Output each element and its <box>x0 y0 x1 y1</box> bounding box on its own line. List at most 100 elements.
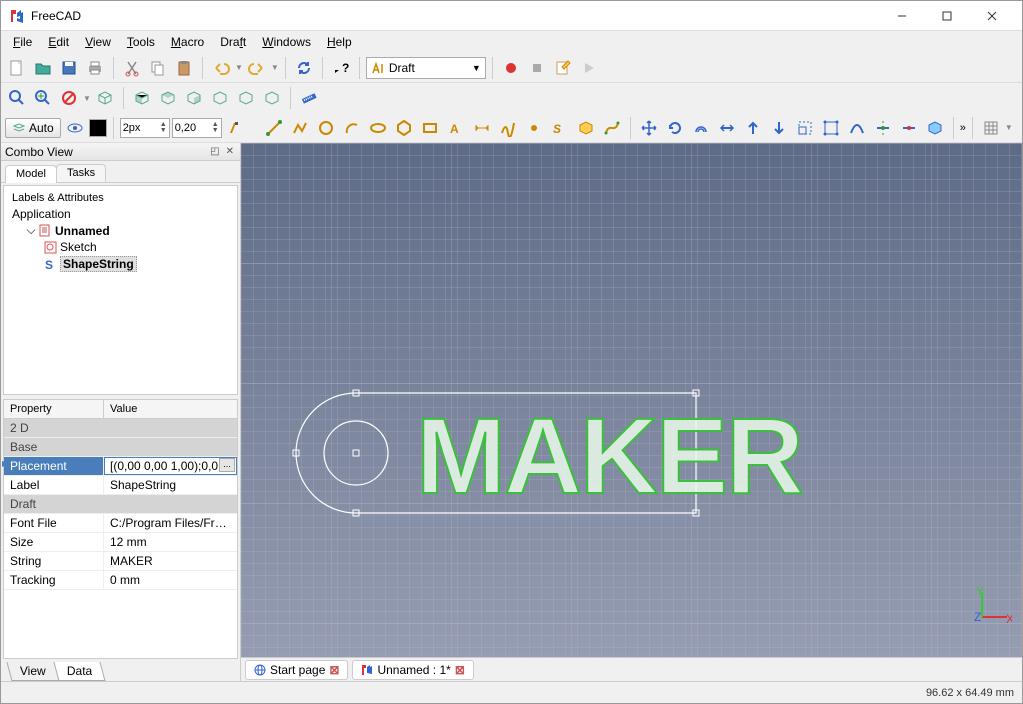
zoom-fit-button[interactable] <box>5 86 29 110</box>
view-rear-button[interactable] <box>208 86 232 110</box>
line-width-input[interactable]: ▲▼ <box>120 118 170 138</box>
draft-polygon-button[interactable] <box>392 116 416 140</box>
view-front-button[interactable] <box>130 86 154 110</box>
tab-view[interactable]: View <box>6 662 59 681</box>
apply-style-button[interactable] <box>224 116 248 140</box>
redo-dropdown[interactable]: ▼ <box>271 63 279 72</box>
menu-tools[interactable]: Tools <box>119 33 163 51</box>
menu-view[interactable]: View <box>77 33 119 51</box>
redo-button[interactable] <box>245 56 269 80</box>
property-row[interactable]: Placement[(0,00 0,00 1,00);0,00 °;(8,0..… <box>4 457 237 476</box>
draft-delpoint-button[interactable] <box>897 116 921 140</box>
draft-arc-button[interactable] <box>340 116 364 140</box>
draft-wire2bspline-button[interactable] <box>845 116 869 140</box>
draft-bspline-button[interactable] <box>496 116 520 140</box>
draft-wire-button[interactable] <box>288 116 312 140</box>
menu-help[interactable]: Help <box>319 33 360 51</box>
tab-tasks[interactable]: Tasks <box>56 164 106 182</box>
doctab-close-button[interactable]: ⊠ <box>329 663 339 677</box>
open-file-button[interactable] <box>31 56 55 80</box>
tree-view[interactable]: Labels & Attributes Application ⌵ Unname… <box>3 185 238 395</box>
undo-dropdown[interactable]: ▼ <box>235 63 243 72</box>
draft-circle-button[interactable] <box>314 116 338 140</box>
copy-button[interactable] <box>146 56 170 80</box>
menu-macro[interactable]: Macro <box>163 33 212 51</box>
draft-trimex-button[interactable] <box>715 116 739 140</box>
toolbar-overflow-button[interactable]: » <box>960 122 966 134</box>
undo-button[interactable] <box>209 56 233 80</box>
tree-item-shapestring[interactable]: S ShapeString <box>8 255 233 273</box>
whatsthis-button[interactable]: ? <box>329 56 353 80</box>
new-file-button[interactable] <box>5 56 29 80</box>
construction-mode-button[interactable] <box>63 116 87 140</box>
paste-button[interactable] <box>172 56 196 80</box>
draw-style-button[interactable] <box>57 86 81 110</box>
draft-bezier-button[interactable] <box>600 116 624 140</box>
property-row[interactable]: Font FileC:/Program Files/FreeCA... <box>4 514 237 533</box>
draft-downgrade-button[interactable] <box>767 116 791 140</box>
menu-edit[interactable]: Edit <box>40 33 77 51</box>
menu-file[interactable]: File <box>5 33 40 51</box>
property-row[interactable]: StringMAKER <box>4 552 237 571</box>
property-row[interactable]: Size12 mm <box>4 533 237 552</box>
tree-root[interactable]: Application <box>8 206 233 222</box>
grid-dropdown[interactable]: ▼ <box>1005 123 1013 132</box>
maximize-button[interactable] <box>924 2 969 30</box>
iso-view-button[interactable] <box>93 86 117 110</box>
property-group[interactable]: 2 D <box>4 419 237 438</box>
doctab-close-button[interactable]: ⊠ <box>455 663 465 677</box>
draft-shape2d-button[interactable] <box>923 116 947 140</box>
grid-spacing-input[interactable]: ▲▼ <box>172 118 222 138</box>
doctab-startpage[interactable]: Start page ⊠ <box>245 660 348 680</box>
tree-doc[interactable]: ⌵ Unnamed <box>8 222 233 239</box>
draft-point-button[interactable] <box>522 116 546 140</box>
panel-close-button[interactable]: ✕ <box>224 146 236 157</box>
draft-dimension-button[interactable] <box>470 116 494 140</box>
measure-button[interactable] <box>297 86 321 110</box>
save-button[interactable] <box>57 56 81 80</box>
menu-windows[interactable]: Windows <box>254 33 319 51</box>
property-edit-button[interactable]: ... <box>219 458 235 472</box>
draft-line-button[interactable] <box>262 116 286 140</box>
view-right-button[interactable] <box>182 86 206 110</box>
minimize-button[interactable] <box>879 2 924 30</box>
expand-icon[interactable]: ⌵ <box>26 223 36 238</box>
property-group[interactable]: Draft <box>4 495 237 514</box>
tab-data[interactable]: Data <box>53 662 105 681</box>
property-group[interactable]: Base <box>4 438 237 457</box>
tab-model[interactable]: Model <box>5 165 57 183</box>
view-left-button[interactable] <box>260 86 284 110</box>
refresh-button[interactable] <box>292 56 316 80</box>
property-row[interactable]: Tracking0 mm <box>4 571 237 590</box>
draft-addpoint-button[interactable] <box>871 116 895 140</box>
draft-grid-button[interactable] <box>979 116 1003 140</box>
doctab-unnamed[interactable]: Unnamed : 1* ⊠ <box>352 660 473 680</box>
line-width-field[interactable] <box>123 122 153 134</box>
draft-upgrade-button[interactable] <box>741 116 765 140</box>
line-color-button[interactable] <box>89 119 107 137</box>
tree-item-sketch[interactable]: Sketch <box>8 239 233 255</box>
draft-shapestring-button[interactable]: S <box>548 116 572 140</box>
draft-move-button[interactable] <box>637 116 661 140</box>
draft-scale-button[interactable] <box>793 116 817 140</box>
property-row[interactable]: LabelShapeString <box>4 476 237 495</box>
view-top-button[interactable] <box>156 86 180 110</box>
3d-viewport[interactable]: MAKER X Y Z <box>241 143 1022 657</box>
auto-group-button[interactable]: Auto <box>5 118 61 138</box>
draft-edit-button[interactable] <box>819 116 843 140</box>
view-bottom-button[interactable] <box>234 86 258 110</box>
macro-record-button[interactable] <box>499 56 523 80</box>
draft-text-button[interactable]: A <box>444 116 468 140</box>
draft-rotate-button[interactable] <box>663 116 687 140</box>
spin-down[interactable]: ▼ <box>160 128 167 134</box>
zoom-select-button[interactable] <box>31 86 55 110</box>
draft-facebinder-button[interactable] <box>574 116 598 140</box>
macro-edit-button[interactable] <box>551 56 575 80</box>
panel-float-button[interactable]: ◰ <box>208 146 221 157</box>
grid-spacing-field[interactable] <box>175 122 205 134</box>
draft-ellipse-button[interactable] <box>366 116 390 140</box>
print-button[interactable] <box>83 56 107 80</box>
close-button[interactable] <box>969 2 1014 30</box>
spin-down[interactable]: ▼ <box>212 128 219 134</box>
draft-rectangle-button[interactable] <box>418 116 442 140</box>
